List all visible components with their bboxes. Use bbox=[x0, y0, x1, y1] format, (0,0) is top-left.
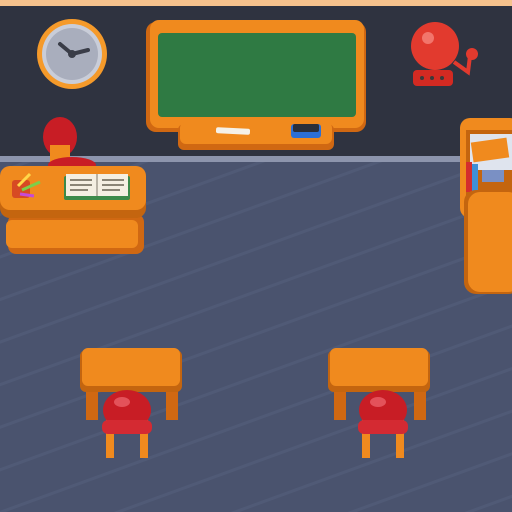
chalkboard[interactable] bbox=[146, 20, 366, 150]
teacher-desk[interactable] bbox=[0, 166, 146, 254]
book-icon[interactable] bbox=[64, 174, 130, 200]
eraser[interactable] bbox=[291, 124, 321, 138]
classroom-scene bbox=[0, 6, 512, 512]
clock-icon[interactable] bbox=[37, 19, 107, 89]
bookshelf[interactable] bbox=[460, 118, 512, 294]
